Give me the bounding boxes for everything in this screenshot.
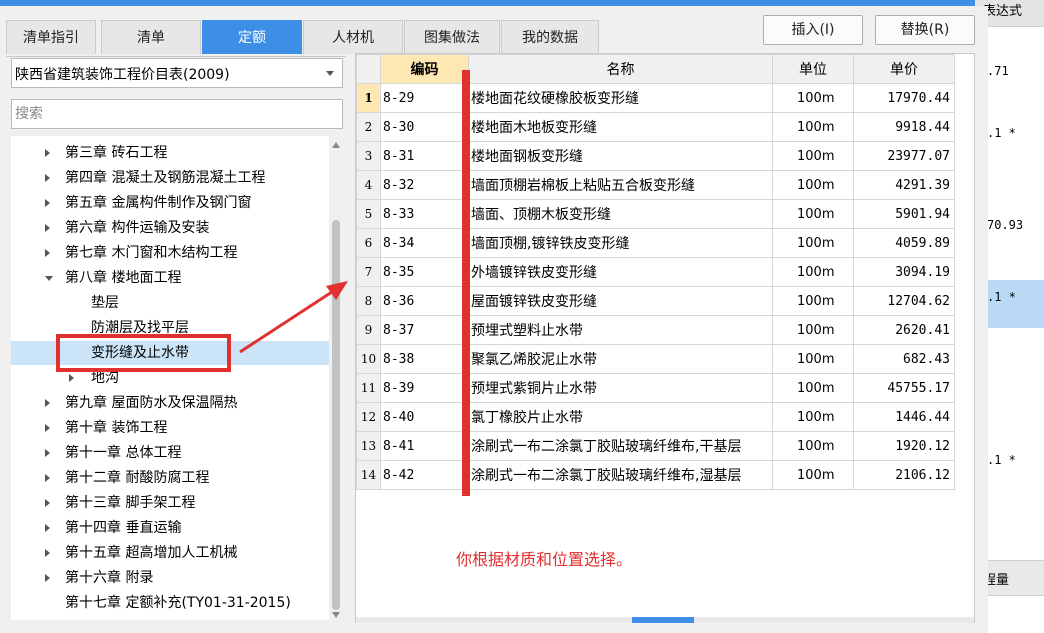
- red-marker-bar: [462, 70, 470, 496]
- red-arrow-icon: [239, 281, 348, 354]
- annotation-note: 你根据材质和位置选择。: [456, 550, 633, 569]
